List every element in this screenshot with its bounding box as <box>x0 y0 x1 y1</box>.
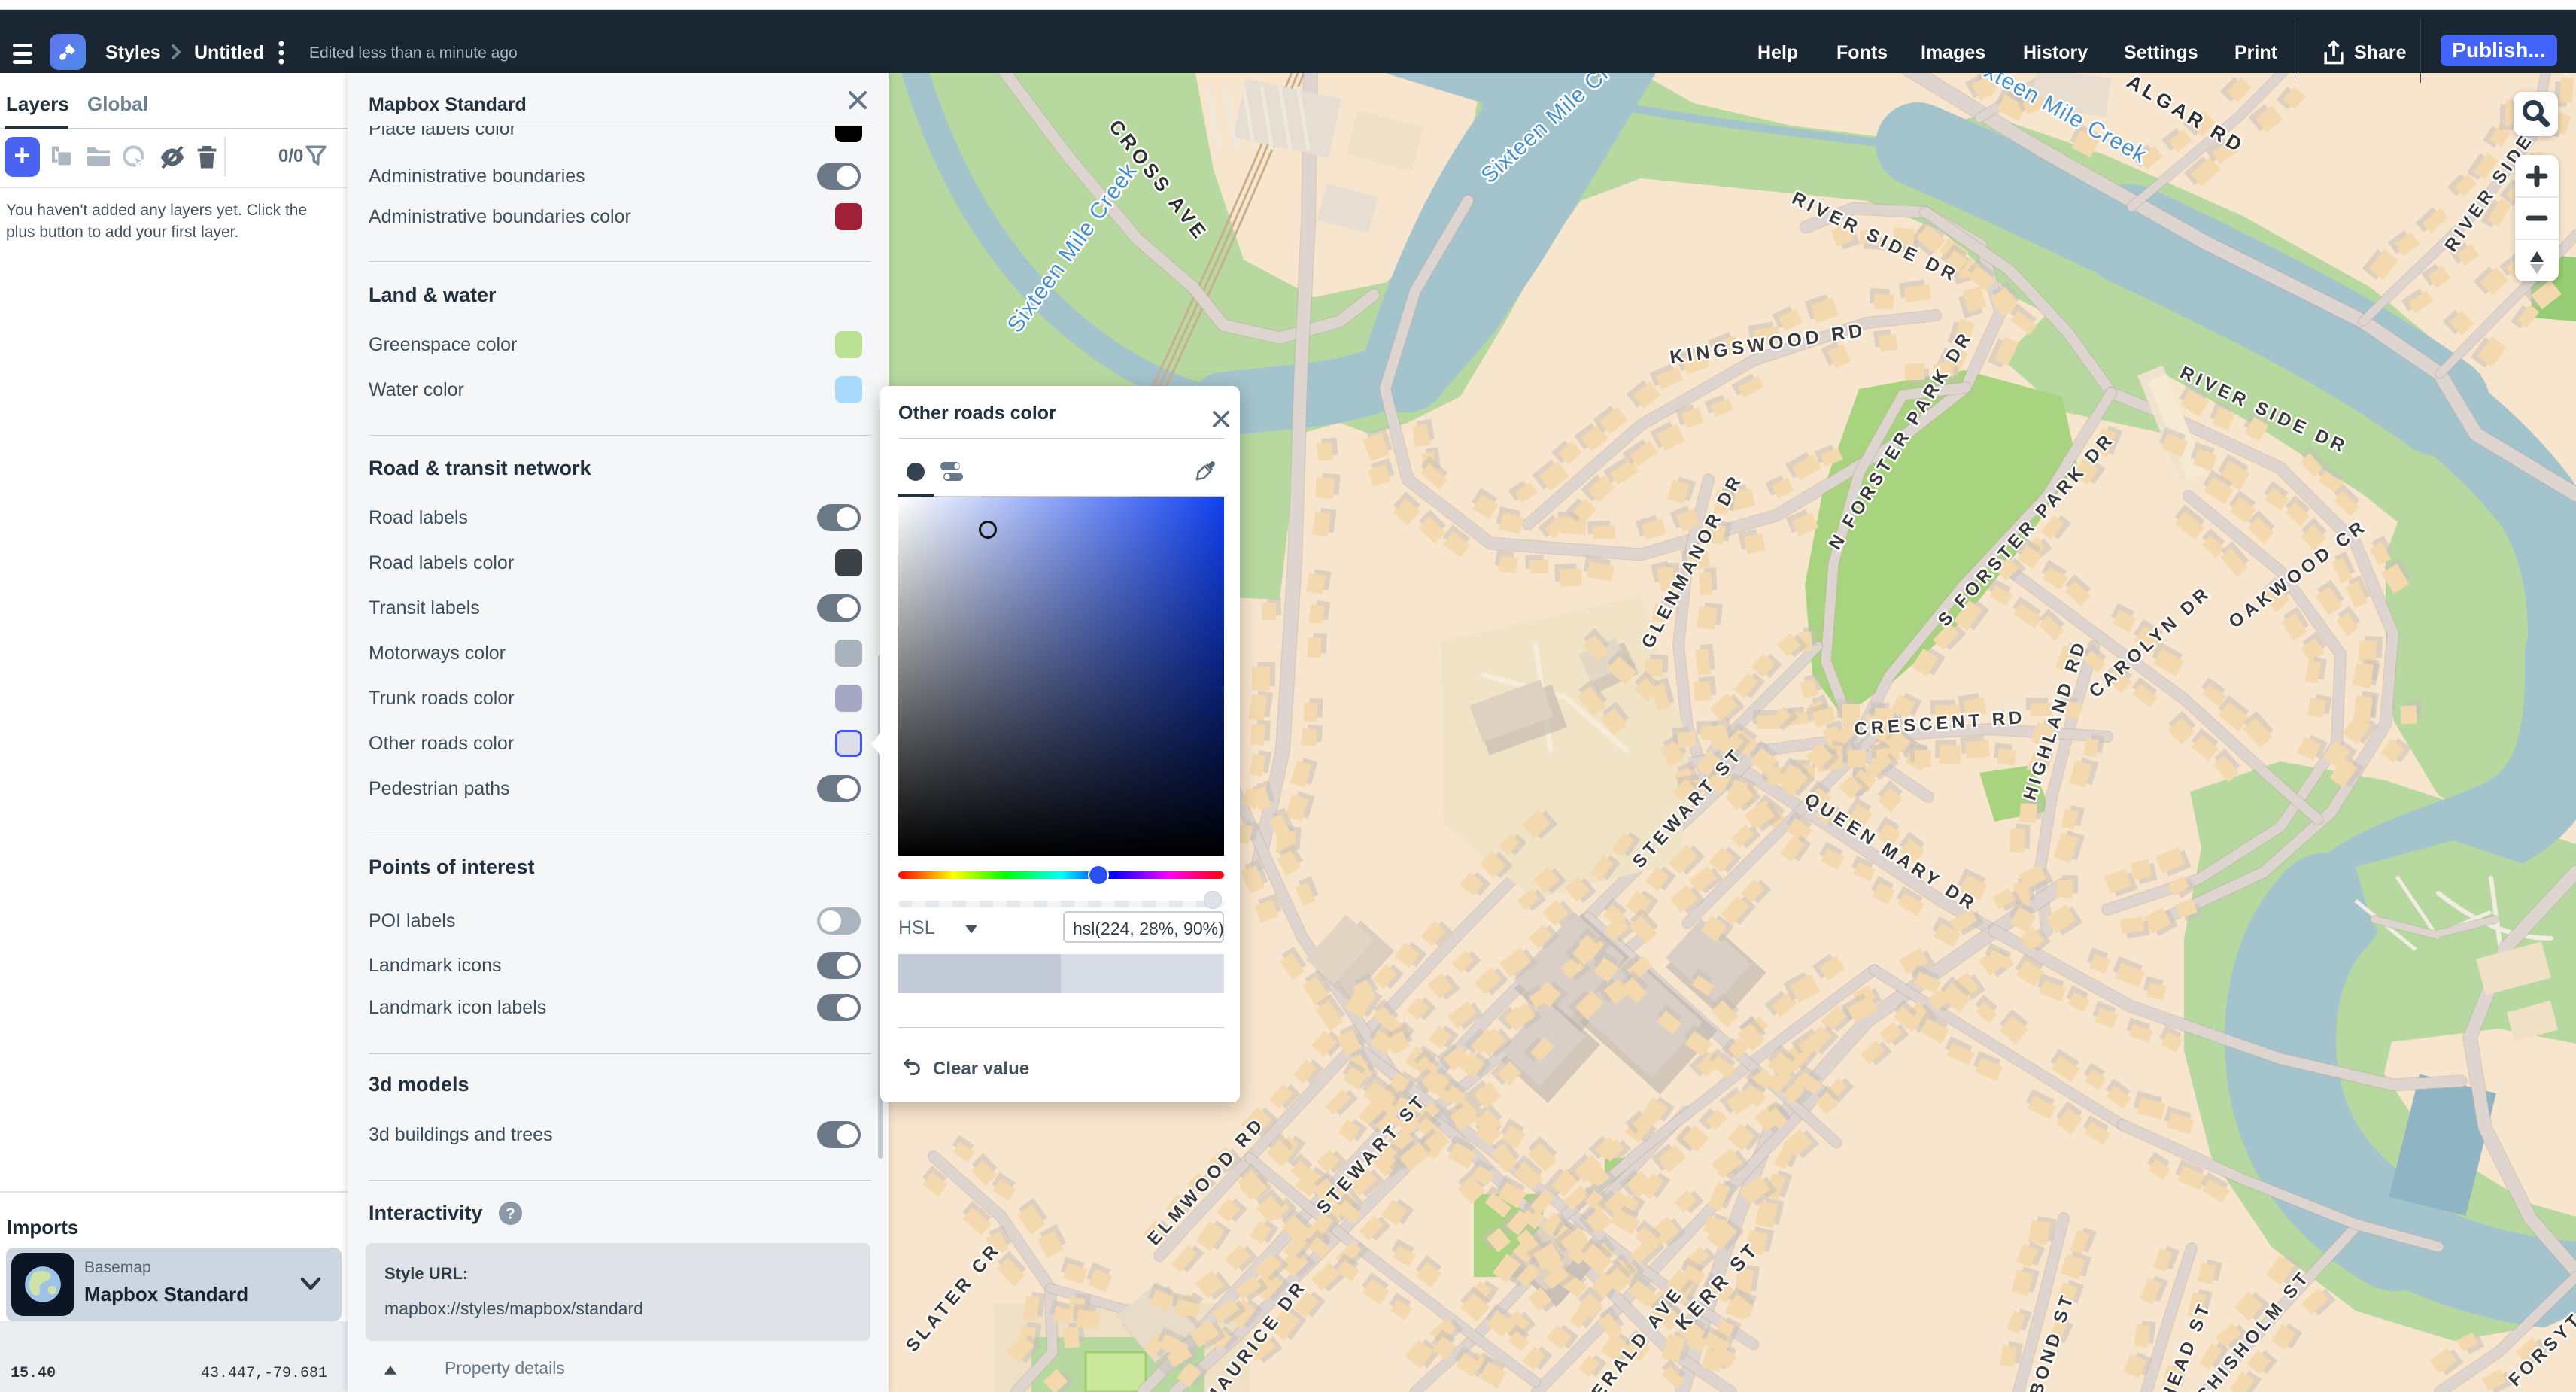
svg-text:?: ? <box>506 1205 515 1222</box>
